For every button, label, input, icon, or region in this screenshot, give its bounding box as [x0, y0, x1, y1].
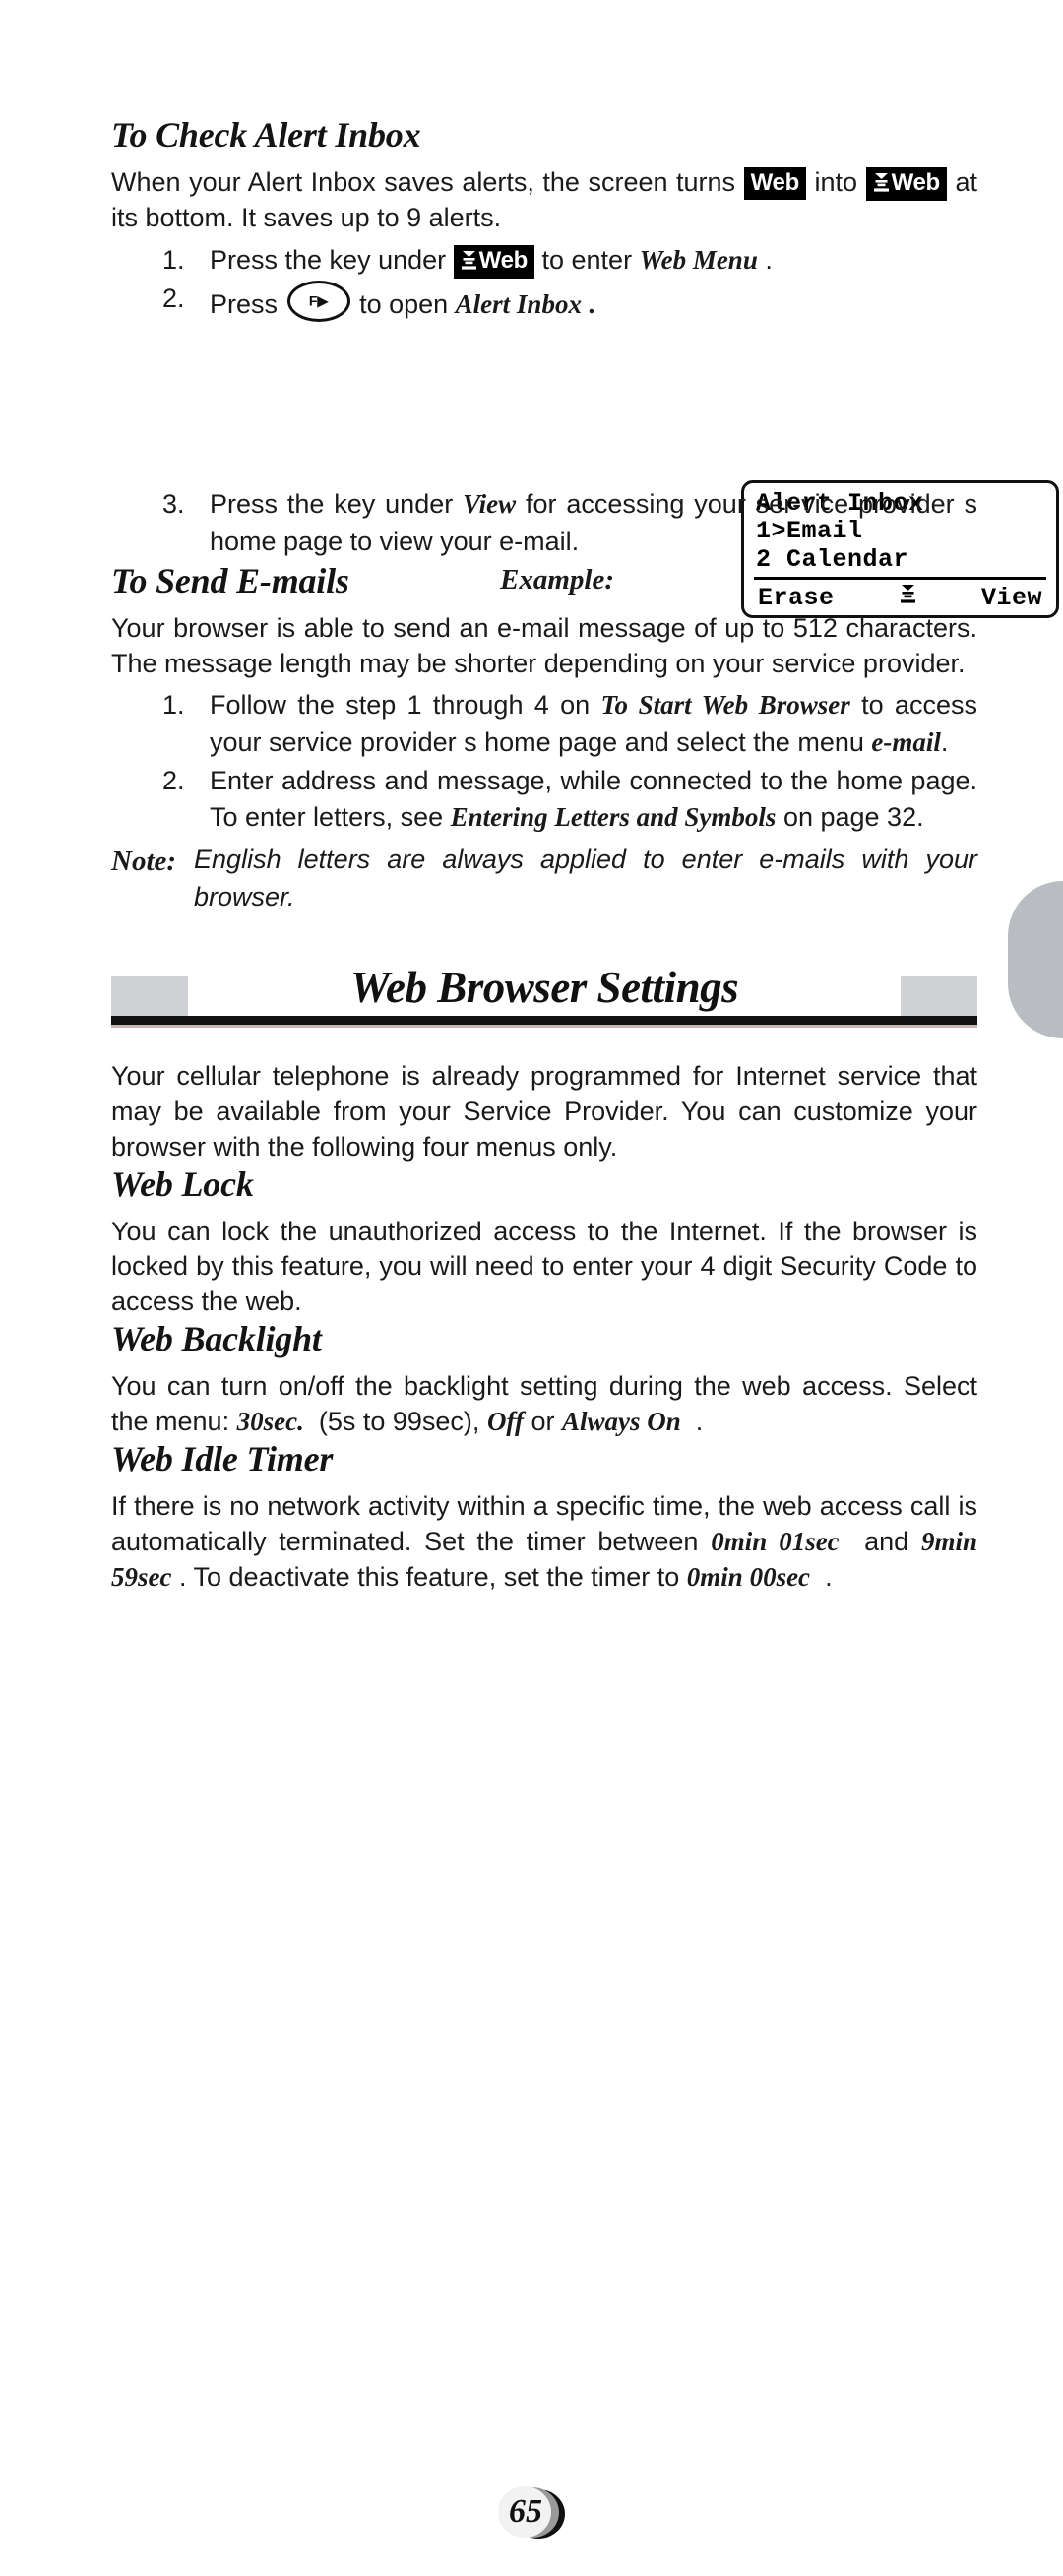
step-item: 3. Press the key under View for accessing… [162, 486, 977, 560]
alert-inbox-steps-cont: 3. Press the key under View for accessing… [162, 486, 977, 560]
step-emphasis-to-start-web-browser: To Start Web Browser [600, 690, 850, 721]
web-badge-step1-label: Web [478, 246, 529, 274]
web-badge-with-mail: Web [865, 166, 947, 201]
web-badge-plain: Web [743, 166, 806, 200]
step-number: 2. [162, 765, 185, 795]
alert-inbox-intro-paragraph: When your Alert Inbox saves alerts, the … [111, 165, 977, 236]
alert-inbox-steps: 1. Press the key under Web to enter Web M… [162, 242, 977, 324]
web-idle-timer-text-2: and [864, 1526, 909, 1556]
mail-stack-icon [873, 172, 890, 196]
send-emails-paragraph: Your browser is able to send an e-mail m… [111, 612, 977, 678]
step-item: 2. Enter address and message, while conne… [162, 763, 977, 837]
step-number: 1. [162, 244, 185, 275]
heading-web-lock: Web Lock [111, 1163, 254, 1204]
web-backlight-text-2: (5s to 99sec), [318, 1407, 480, 1437]
step-text-end: . [589, 289, 596, 320]
step-number: 1. [162, 690, 185, 721]
banner-title: Web Browser Settings [111, 962, 977, 1014]
note-text: English letters are always applied to en… [194, 845, 977, 911]
web-idle-timer-text-3: . To deactivate this feature, set the ti… [179, 1561, 680, 1592]
step-text-after: to enter [541, 244, 633, 275]
alert-inbox-intro-text-mid: into [814, 166, 858, 197]
step-text-after: to open [359, 289, 449, 320]
banner-rule-shadow [111, 1024, 977, 1028]
step-text-end: . [765, 244, 773, 275]
section-banner-web-browser-settings: Web Browser Settings [111, 962, 977, 1037]
step-emphasis-e-mail: e-mail [871, 726, 941, 757]
web-backlight-text-3: or [531, 1407, 555, 1437]
send-emails-steps: 1. Follow the step 1 through 4 on To Star… [162, 687, 977, 836]
step-item: 2. Press F▶ to open Alert Inbox . [162, 281, 977, 323]
manual-page: To Check Alert Inbox When your Alert Inb… [0, 0, 1063, 2576]
web-backlight-option-off: Off [486, 1407, 524, 1437]
step-emphasis-entering-letters-and-symbols: Entering Letters and Symbols [450, 802, 777, 833]
step-text-before: Press [210, 289, 279, 320]
page-edge-thumb-tab [1008, 881, 1063, 1038]
banner-rule [111, 1015, 977, 1025]
step-item: 1. Press the key under Web to enter Web M… [162, 242, 977, 279]
web-badge-mail-label: Web [891, 168, 941, 196]
lcd-softkey-divider [754, 577, 1046, 580]
step-number: 2. [162, 283, 185, 314]
note-label: Note: [111, 846, 177, 878]
web-browser-settings-intro: Your cellular telephone is already progr… [111, 1060, 977, 1162]
mail-stack-icon [900, 584, 916, 613]
web-backlight-option-30sec: 30sec. [236, 1407, 304, 1437]
fn-right-arrow-key-icon: F▶ [286, 281, 350, 323]
example-label: Example: [500, 564, 614, 596]
web-idle-timer-text-1: If there is no network activity within a… [111, 1490, 977, 1556]
web-backlight-paragraph: You can turn on/off the backlight settin… [111, 1369, 977, 1440]
banner-title-text: Web Browser Settings [336, 962, 753, 1012]
step-text-3: . [940, 726, 949, 757]
step-number: 3. [162, 489, 185, 520]
fn-key-letter: F [308, 292, 318, 309]
web-lock-paragraph: You can lock the unauthorized access to … [111, 1216, 977, 1317]
alert-inbox-intro-text-1: When your Alert Inbox saves alerts, the … [111, 166, 736, 197]
heading-web-idle-timer: Web Idle Timer [111, 1438, 334, 1478]
lcd-softkey-right[interactable]: View [981, 584, 1042, 612]
web-backlight-option-always-on: Always On [561, 1407, 681, 1437]
heading-web-backlight: Web Backlight [111, 1319, 322, 1359]
step-emphasis-alert-inbox: Alert Inbox [455, 289, 582, 320]
web-idle-timer-off-value: 0min 00sec [686, 1561, 811, 1592]
step-emphasis-view: View [463, 489, 517, 520]
step-text-2: on page 32. [782, 802, 924, 833]
note-block: Note: English letters are always applied… [111, 842, 977, 915]
heading-to-check-alert-inbox: To Check Alert Inbox [111, 115, 421, 155]
step-text-1: Follow the step 1 through 4 on [210, 690, 591, 721]
web-idle-timer-paragraph: If there is no network activity within a… [111, 1489, 977, 1596]
page-number-ball: 65 [496, 2485, 567, 2541]
mail-stack-icon [461, 250, 477, 274]
lcd-softkey-left[interactable]: Erase [758, 584, 835, 612]
page-content: To Check Alert Inbox When your Alert Inb… [111, 115, 1059, 1596]
web-badge-plain-label: Web [750, 168, 800, 196]
web-backlight-text-4: . [695, 1407, 704, 1437]
step-item: 1. Follow the step 1 through 4 on To Star… [162, 687, 977, 761]
step-text-before: Press the key under [210, 244, 447, 275]
fn-key-glyph: F▶ [308, 292, 329, 309]
lcd-softkey-row: Erase View [758, 584, 1042, 613]
step-text-before: Press the key under [210, 489, 454, 520]
page-number: 65 [509, 2493, 542, 2530]
web-idle-timer-min: 0min 01sec [711, 1526, 840, 1556]
web-badge-with-mail-step1: Web [453, 244, 534, 279]
step-emphasis-web-menu: Web Menu [639, 244, 758, 275]
web-idle-timer-text-4: . [825, 1561, 833, 1592]
